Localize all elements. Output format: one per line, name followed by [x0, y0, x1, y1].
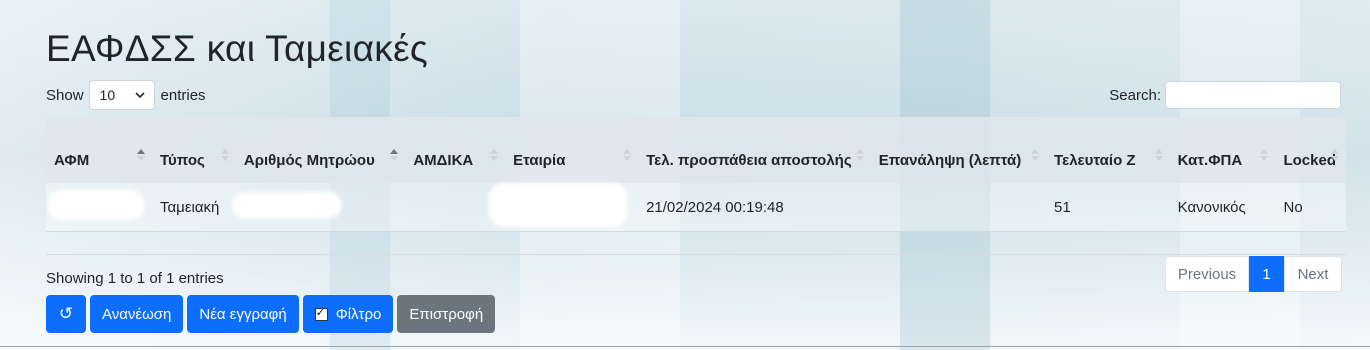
filter-button[interactable]: Φίλτρο [302, 295, 394, 333]
action-toolbar: ↺ Ανανέωση Νέα εγγραφή Φίλτρο Επιστροφή [46, 295, 496, 333]
table-spacer-row [46, 231, 1346, 255]
column-header-last-z[interactable]: Τελευταίο Ζ [1046, 117, 1170, 183]
pagination-previous[interactable]: Previous [1165, 256, 1249, 292]
pagination-page-1[interactable]: 1 [1249, 256, 1284, 292]
cell-last-z: 51 [1046, 183, 1170, 232]
sort-icon [220, 149, 229, 161]
redacted-value [48, 190, 144, 220]
sort-icon [490, 149, 499, 161]
chevron-down-icon [134, 92, 145, 99]
new-record-button[interactable]: Νέα εγγραφή [187, 295, 299, 333]
cash-registers-table: ΑΦΜ Τύπος Αριθμός Μητρώου ΑΜΔΙΚΑ Εταιρία… [46, 117, 1346, 255]
column-header-type[interactable]: Τύπος [152, 117, 236, 183]
reload-icon: ↺ [58, 304, 74, 323]
column-header-repeat-minutes[interactable]: Επανάληψη (λεπτά) [870, 117, 1047, 183]
column-header-amdika[interactable]: ΑΜΔΙΚΑ [405, 117, 506, 183]
sort-icon [855, 149, 864, 161]
cell-type: Ταμειακή [152, 183, 236, 232]
column-header-vat-category[interactable]: Κατ.ΦΠΑ [1169, 117, 1276, 183]
checkbox-checked-icon [314, 306, 328, 321]
cell-repeat-minutes [870, 183, 1047, 232]
sort-icon [1331, 149, 1339, 161]
search-input[interactable] [1165, 81, 1341, 109]
table-row[interactable]: Ταμειακή 21/02/2024 00:19:48 51 Κανονικό… [46, 183, 1346, 232]
pagination: Previous 1 Next [1165, 256, 1342, 292]
entries-length-control: Show 10 entries [46, 80, 206, 110]
reload-button[interactable]: ↺ [46, 295, 86, 333]
filter-button-label: Φίλτρο [335, 305, 382, 323]
sort-asc-icon [137, 149, 145, 161]
page-title: ΕΑΦΔΣΣ και Ταμειακές [46, 28, 428, 69]
cell-afm [46, 183, 152, 232]
entries-length-select[interactable]: 10 [88, 80, 155, 110]
sort-icon [1260, 149, 1269, 161]
column-header-locked[interactable]: Locked [1275, 117, 1346, 183]
sort-icon [1031, 149, 1040, 161]
sort-asc-icon [390, 149, 399, 161]
length-prefix-label: Show [46, 86, 84, 104]
divider [0, 346, 1370, 347]
cell-vat-category: Κανονικός [1169, 183, 1276, 232]
column-header-registry[interactable]: Αριθμός Μητρώου [235, 117, 406, 183]
pagination-next[interactable]: Next [1284, 256, 1342, 292]
redacted-value [489, 183, 628, 227]
table-info: Showing 1 to 1 of 1 entries [46, 270, 224, 287]
column-header-company[interactable]: Εταιρία [505, 117, 639, 183]
refresh-button[interactable]: Ανανέωση [90, 295, 184, 333]
cell-locked: No [1275, 183, 1346, 232]
sort-icon [1154, 149, 1163, 161]
back-button[interactable]: Επιστροφή [397, 295, 496, 333]
length-suffix-label: entries [160, 86, 206, 104]
column-header-last-attempt[interactable]: Τελ. προσπάθεια αποστολής [638, 117, 871, 183]
cell-company [489, 183, 639, 232]
sort-icon [623, 149, 632, 161]
redacted-value [231, 192, 342, 218]
length-select-value: 10 [99, 87, 116, 103]
cell-last-attempt: 21/02/2024 00:19:48 [638, 183, 871, 232]
cell-registry [231, 183, 406, 232]
column-header-afm[interactable]: ΑΦΜ [46, 117, 152, 183]
search-label: Search: [1109, 86, 1161, 104]
table-header-row: ΑΦΜ Τύπος Αριθμός Μητρώου ΑΜΔΙΚΑ Εταιρία… [46, 117, 1346, 183]
search-control: Search: [1109, 81, 1341, 109]
